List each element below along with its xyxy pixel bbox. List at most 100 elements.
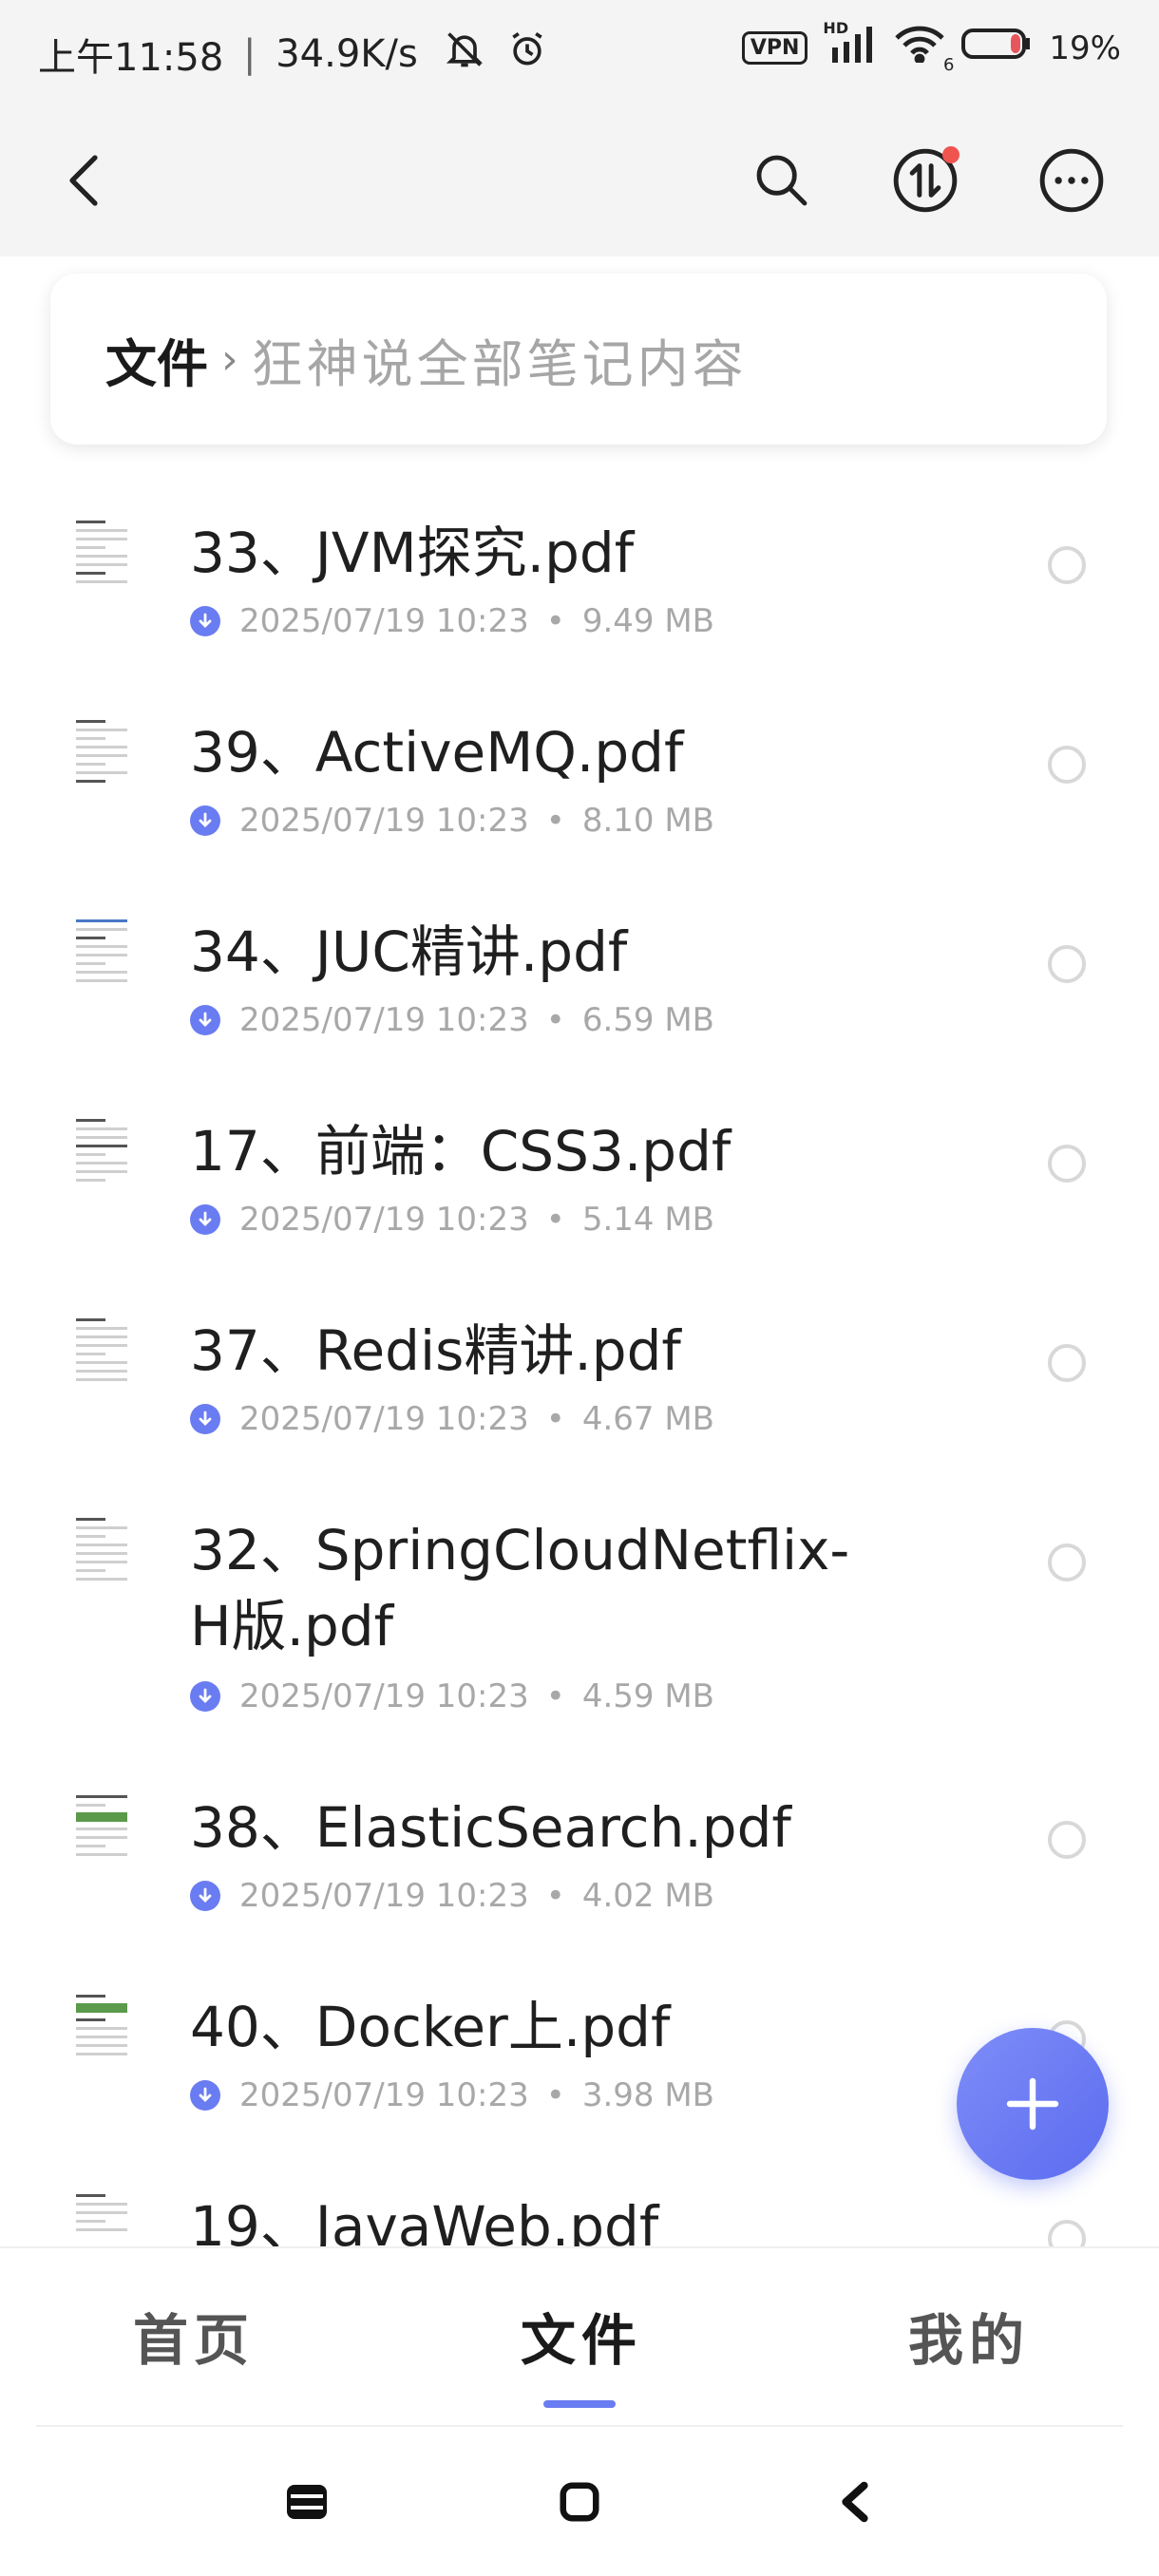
file-meta: 2025/07/19 10:23 • 4.59 MB [190,1677,714,1715]
pdf-thumbnail-icon [72,914,131,984]
battery-icon [961,27,1032,69]
mute-bell-icon [444,28,485,80]
breadcrumb: 文件 › 狂神说全部笔记内容 [50,274,1107,445]
search-icon [756,155,808,206]
file-meta: 2025/07/19 10:23 • 9.49 MB [190,602,714,640]
pdf-thumbnail-icon [72,1790,131,1860]
file-name: 34、JUC精讲.pdf [190,919,628,984]
file-size: 4.67 MB [581,1400,714,1438]
select-radio[interactable] [1048,1544,1086,1582]
tab-mine[interactable]: 我的 [908,2296,1030,2376]
recents-button[interactable] [283,2478,331,2526]
file-row[interactable]: 17、前端：CSS3.pdf 2025/07/19 10:23 • 5.14 M… [0,1073,1159,1273]
back-chevron-icon [842,2481,868,2523]
select-radio[interactable] [1048,1821,1086,1859]
back-button[interactable] [46,142,122,218]
downloaded-icon [190,1204,220,1235]
file-meta: 2025/07/19 10:23 • 3.98 MB [190,2076,714,2114]
file-date: 2025/07/19 10:23 [239,1877,529,1915]
file-name: 32、SpringCloudNetflix-H版.pdf [190,1518,850,1658]
plus-icon [1006,2077,1059,2131]
wifi-sub-label: 6 [942,55,955,75]
file-date: 2025/07/19 10:23 [239,602,529,640]
file-date: 2025/07/19 10:23 [239,1201,529,1239]
select-radio[interactable] [1048,1344,1086,1382]
file-name: 40、Docker上.pdf [190,1995,671,2059]
downloaded-icon [190,1881,220,1911]
file-name: 37、Redis精讲.pdf [190,1318,681,1383]
file-date: 2025/07/19 10:23 [239,1001,529,1039]
file-row[interactable]: 38、ElasticSearch.pdf 2025/07/19 10:23 • … [0,1750,1159,1949]
pdf-thumbnail-icon [72,1989,131,2059]
file-name: 33、JVM探究.pdf [190,521,635,585]
file-name: 38、ElasticSearch.pdf [190,1795,791,1860]
file-name: 39、ActiveMQ.pdf [190,720,684,785]
bottom-tab-bar: 首页 文件 我的 [0,2246,1159,2429]
select-radio[interactable] [1048,2220,1086,2246]
file-size: 3.98 MB [581,2076,714,2114]
status-right: VPN HD 6 19% [741,19,1121,75]
search-button[interactable] [744,142,820,218]
downloaded-icon [190,805,220,836]
select-radio[interactable] [1048,1145,1086,1183]
pdf-thumbnail-icon [72,714,131,785]
notification-dot [942,146,960,163]
file-date: 2025/07/19 10:23 [239,2076,529,2114]
file-list[interactable]: 33、JVM探究.pdf 2025/07/19 10:23 • 9.49 MB … [0,475,1159,2246]
file-date: 2025/07/19 10:23 [239,1400,529,1438]
file-size: 9.49 MB [581,602,714,640]
breadcrumb-root[interactable]: 文件 [105,322,208,397]
file-date: 2025/07/19 10:23 [239,802,529,840]
file-name: 19、JavaWeb.pdf [190,2194,659,2246]
select-radio[interactable] [1048,945,1086,983]
file-size: 5.14 MB [581,1201,714,1239]
signal-icon: HD [823,19,878,71]
file-size: 4.02 MB [581,1877,714,1915]
back-nav-button[interactable] [831,2478,879,2526]
pdf-thumbnail-icon [72,1512,131,1582]
file-row[interactable]: 37、Redis精讲.pdf 2025/07/19 10:23 • 4.67 M… [0,1273,1159,1472]
add-button[interactable] [957,2028,1109,2180]
file-row[interactable]: 33、JVM探究.pdf 2025/07/19 10:23 • 9.49 MB [0,475,1159,674]
status-net-speed: 34.9K/s [276,32,418,76]
more-button[interactable] [1034,142,1110,218]
status-left: 上午11:58 | 34.9K/s [38,27,548,82]
system-nav-bar [0,2427,1159,2576]
file-meta: 2025/07/19 10:23 • 4.02 MB [190,1877,714,1915]
file-size: 4.59 MB [581,1677,714,1715]
back-arrow-icon [69,155,98,206]
downloaded-icon [190,1681,220,1712]
pdf-thumbnail-icon [72,1313,131,1383]
file-size: 8.10 MB [581,802,714,840]
status-bar: 上午11:58 | 34.9K/s VPN HD 6 19% [0,0,1159,104]
file-meta: 2025/07/19 10:23 • 6.59 MB [190,1001,714,1039]
tab-files[interactable]: 文件 [521,2296,642,2376]
home-square-icon [560,2482,599,2522]
pdf-thumbnail-icon [72,515,131,585]
file-date: 2025/07/19 10:23 [239,1677,529,1715]
select-radio[interactable] [1048,746,1086,784]
wifi-icon: 6 [895,25,954,75]
file-meta: 2025/07/19 10:23 • 5.14 MB [190,1201,714,1239]
hd-label: HD [823,19,849,37]
menu-icon [287,2485,327,2519]
battery-level: 19% [1049,28,1121,67]
file-size: 6.59 MB [581,1001,714,1039]
downloaded-icon [190,1005,220,1035]
pdf-thumbnail-icon [72,2188,131,2246]
transfer-button[interactable] [887,142,963,218]
downloaded-icon [190,2080,220,2111]
breadcrumb-current: 狂神说全部笔记内容 [251,333,748,394]
tab-home[interactable]: 首页 [133,2296,255,2376]
downloaded-icon [190,1404,220,1434]
breadcrumb-separator: › [221,334,238,384]
file-row[interactable]: 34、JUC精讲.pdf 2025/07/19 10:23 • 6.59 MB [0,874,1159,1073]
downloaded-icon [190,606,220,636]
status-time: 上午11:58 [38,36,224,80]
more-icon [1039,148,1104,213]
select-radio[interactable] [1048,546,1086,584]
file-row[interactable]: 32、SpringCloudNetflix-H版.pdf 2025/07/19 … [0,1472,1159,1750]
home-button[interactable] [556,2478,603,2526]
pdf-thumbnail-icon [72,1113,131,1184]
file-row[interactable]: 39、ActiveMQ.pdf 2025/07/19 10:23 • 8.10 … [0,674,1159,874]
